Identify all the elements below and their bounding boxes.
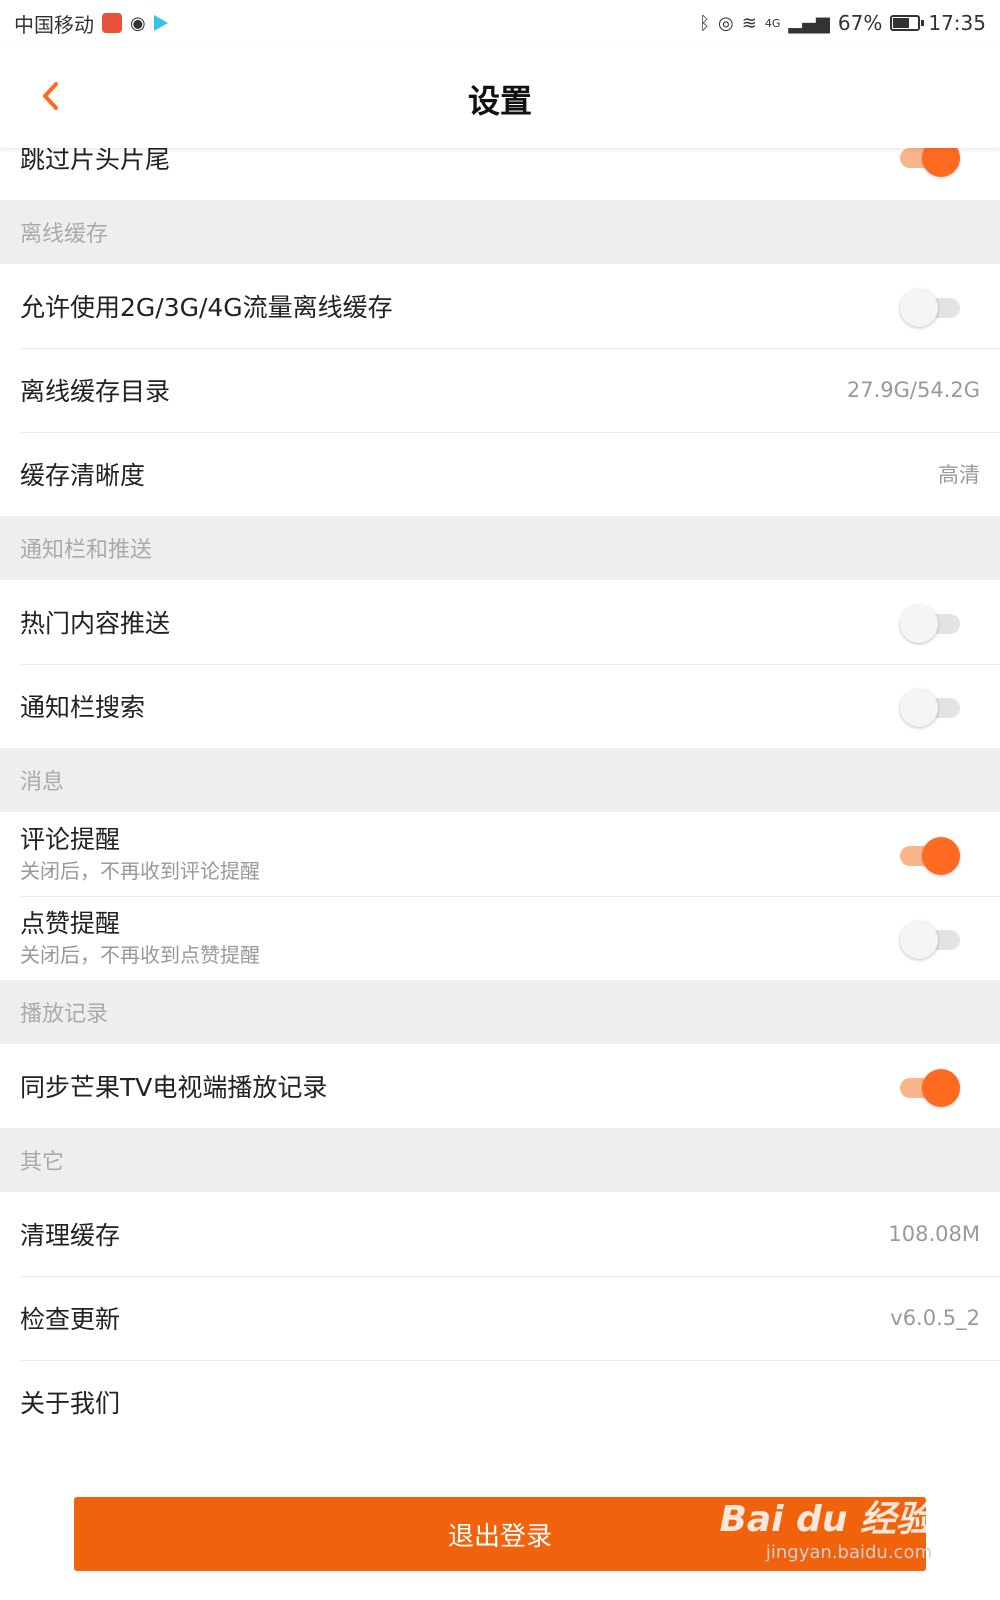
switch-thumb (922, 837, 960, 875)
section-header-other: 其它 (0, 1128, 1000, 1192)
section-header-notify: 通知栏和推送 (0, 516, 1000, 580)
setting-label: 允许使用2G/3G/4G流量离线缓存 (20, 293, 393, 322)
setting-row-hot-push[interactable]: 热门内容推送 (0, 580, 1000, 664)
status-bar-right: ᛒ ◎ ≋ 4G ▂▄▆ 67% 17:35 (699, 11, 986, 35)
setting-sublabel: 关闭后，不再收到点赞提醒 (20, 943, 260, 967)
comment-reminder-switch[interactable] (900, 834, 960, 875)
carrier-label: 中国移动 (14, 12, 94, 37)
video-app-icon (153, 15, 168, 31)
setting-row-skip-intro: 跳过片头片尾 (0, 148, 1000, 200)
hot-push-switch[interactable] (900, 602, 960, 643)
setting-row-check-update[interactable]: 检查更新 v6.0.5_2 (0, 1276, 1000, 1360)
switch-thumb (922, 148, 960, 177)
like-reminder-switch[interactable] (900, 918, 960, 959)
switch-thumb (922, 1069, 960, 1107)
setting-row-clear-cache[interactable]: 清理缓存 108.08M (0, 1192, 1000, 1276)
setting-label: 缓存清晰度 (20, 461, 146, 490)
setting-label: 评论提醒 (20, 825, 121, 854)
section-header-history: 播放记录 (0, 980, 1000, 1044)
switch-thumb (900, 289, 938, 327)
setting-label: 跳过片头片尾 (20, 148, 171, 174)
section-header-messages: 消息 (0, 748, 1000, 812)
weibo-icon: ◉ (130, 12, 146, 34)
switch-thumb (900, 689, 938, 727)
setting-label: 热门内容推送 (20, 609, 171, 638)
setting-row-notify-search[interactable]: 通知栏搜索 (0, 664, 1000, 748)
skip-intro-switch[interactable] (900, 148, 960, 177)
wifi-icon: ≋ (741, 12, 757, 34)
status-bar: 中国移动 ◉ ᛒ ◎ ≋ 4G ▂▄▆ 67% 17:35 (0, 0, 1000, 46)
setting-row-comment-reminder[interactable]: 评论提醒 关闭后，不再收到评论提醒 (0, 812, 1000, 896)
setting-label: 清理缓存 (20, 1221, 121, 1250)
page-title: 设置 (467, 82, 532, 120)
section-header-offline: 离线缓存 (0, 200, 1000, 264)
setting-row-cache-directory[interactable]: 离线缓存目录 27.9G/54.2G (0, 348, 1000, 432)
setting-label: 关于我们 (20, 1389, 121, 1418)
status-bar-left: 中国移动 ◉ (14, 9, 168, 38)
version-value: v6.0.5_2 (890, 1306, 980, 1330)
battery-percent: 67% (837, 11, 883, 35)
cache-directory-value: 27.9G/54.2G (846, 378, 980, 402)
battery-fill (893, 18, 910, 28)
logout-button[interactable]: 退出登录 (74, 1497, 926, 1571)
setting-row-about-us[interactable]: 关于我们 (0, 1360, 1000, 1444)
network-type: 4G (764, 16, 781, 30)
battery-icon (890, 15, 925, 31)
setting-label: 离线缓存目录 (20, 377, 171, 406)
setting-row-sync-history[interactable]: 同步芒果TV电视端播放记录 (0, 1044, 1000, 1128)
setting-sublabel: 关闭后，不再收到评论提醒 (20, 859, 260, 883)
signal-icon: ▂▄▆ (788, 12, 830, 34)
cache-size-value: 108.08M (888, 1222, 980, 1246)
setting-label: 通知栏搜索 (20, 693, 146, 722)
eye-icon: ◎ (718, 12, 734, 34)
notify-search-switch[interactable] (900, 686, 960, 727)
setting-label: 检查更新 (20, 1305, 121, 1334)
clock: 17:35 (928, 11, 986, 35)
setting-row-cache-quality[interactable]: 缓存清晰度 高清 (0, 432, 1000, 516)
app-notification-icon (102, 13, 122, 33)
sync-history-switch[interactable] (900, 1066, 960, 1107)
app-header: 设置 (0, 46, 1000, 148)
switch-thumb (900, 605, 938, 643)
cache-quality-value: 高清 (938, 463, 980, 487)
switch-thumb (900, 921, 938, 959)
setting-label: 同步芒果TV电视端播放记录 (20, 1073, 328, 1102)
settings-list: 跳过片头片尾 离线缓存 允许使用2G/3G/4G流量离线缓存 离线缓存目录 27… (0, 148, 1000, 1444)
setting-row-like-reminder[interactable]: 点赞提醒 关闭后，不再收到点赞提醒 (0, 896, 1000, 980)
setting-label: 点赞提醒 (20, 909, 121, 938)
allow-mobile-cache-switch[interactable] (900, 286, 960, 327)
setting-row-allow-mobile-cache[interactable]: 允许使用2G/3G/4G流量离线缓存 (0, 264, 1000, 348)
bluetooth-icon: ᛒ (699, 12, 711, 34)
